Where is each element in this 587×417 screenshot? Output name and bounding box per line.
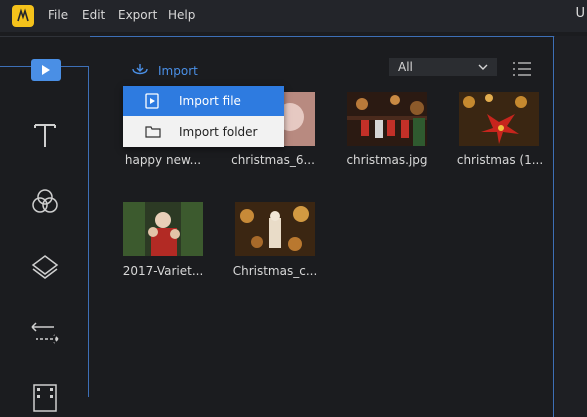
import-icon — [130, 63, 150, 80]
media-item-label: happy new... — [124, 153, 202, 167]
chevron-down-icon — [477, 61, 489, 75]
menu-item-label: Import file — [179, 94, 241, 108]
folder-icon — [145, 124, 161, 141]
video-file-icon — [145, 93, 159, 112]
menu-edit[interactable]: Edit — [82, 8, 105, 22]
app-logo — [12, 5, 34, 27]
media-thumbnail[interactable] — [123, 202, 203, 256]
media-thumbnail[interactable] — [459, 92, 539, 146]
media-item-label: 2017-Variet... — [122, 264, 204, 278]
media-thumbnail[interactable] — [347, 92, 427, 146]
media-item-label: christmas (1... — [456, 153, 544, 167]
menu-item-label: Import folder — [179, 125, 258, 139]
menu-help[interactable]: Help — [168, 8, 195, 22]
media-item-label: Christmas_c... — [232, 264, 318, 278]
elements-icon[interactable] — [30, 383, 60, 413]
menu-file[interactable]: File — [48, 8, 68, 22]
import-menu: Import file Import folder — [123, 86, 284, 147]
preview-panel — [555, 36, 587, 417]
menu-item-import-file[interactable]: Import file — [123, 86, 284, 116]
media-item-label: christmas_6... — [231, 153, 315, 167]
media-thumbnail[interactable] — [235, 202, 315, 256]
import-button[interactable]: Import — [130, 62, 198, 80]
menu-item-import-folder[interactable]: Import folder — [123, 117, 284, 147]
transitions-icon[interactable] — [30, 318, 60, 348]
media-item-label: christmas.jpg — [346, 153, 428, 167]
text-icon[interactable] — [30, 120, 60, 150]
media-icon[interactable] — [31, 59, 61, 81]
menu-bar: File Edit Export Help U — [0, 0, 587, 32]
list-view-icon[interactable] — [513, 61, 531, 76]
menu-export[interactable]: Export — [118, 8, 157, 22]
import-label: Import — [158, 64, 198, 78]
filter-value: All — [398, 60, 413, 74]
filters-icon[interactable] — [30, 187, 60, 217]
window-title: U — [575, 6, 585, 21]
filter-dropdown[interactable]: All — [389, 58, 497, 76]
overlays-icon[interactable] — [30, 252, 60, 282]
